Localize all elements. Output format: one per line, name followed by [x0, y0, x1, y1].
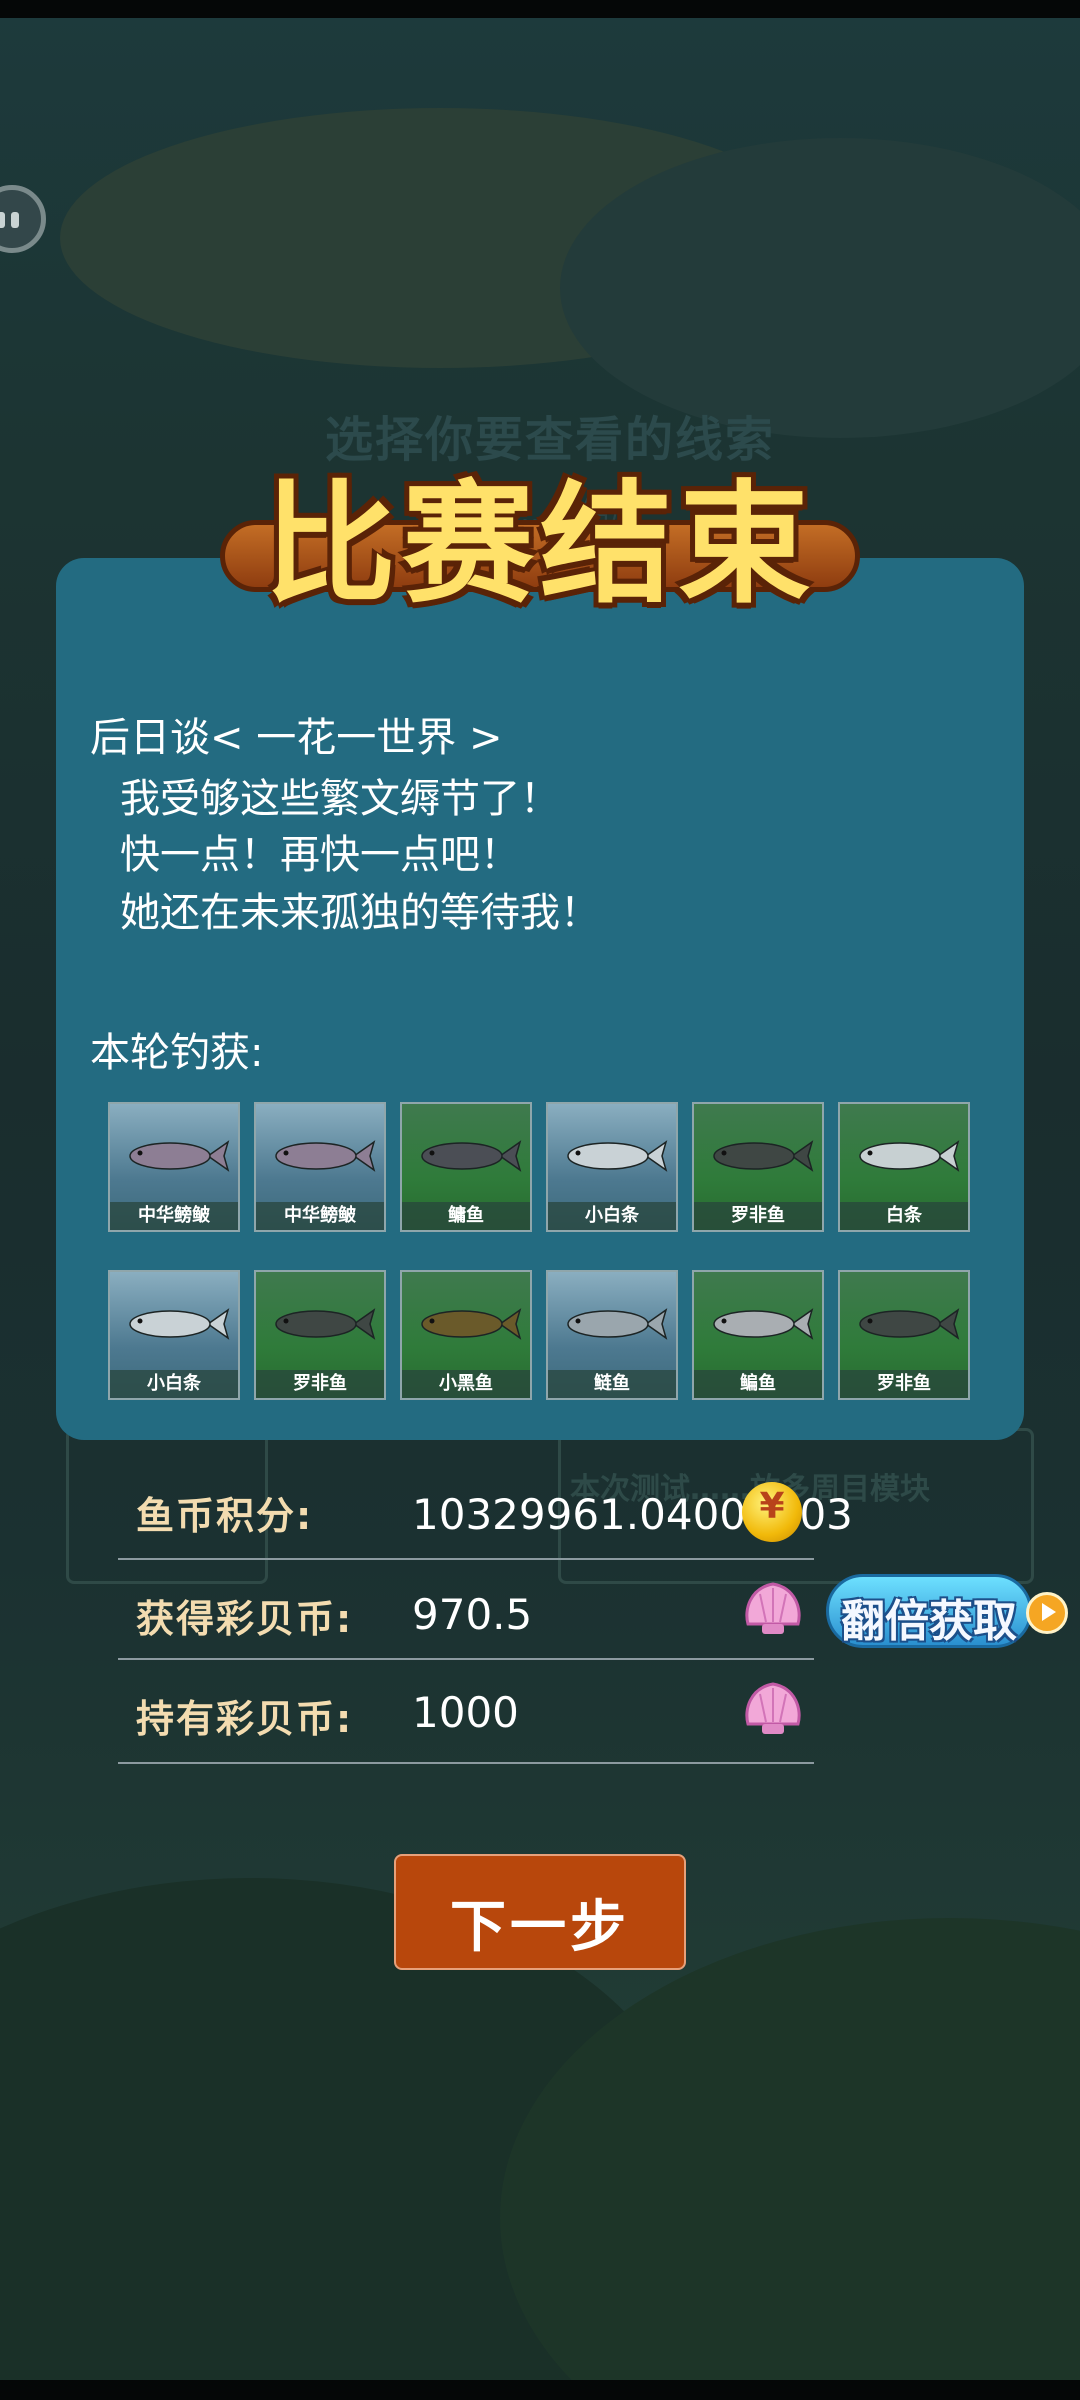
- play-video-icon[interactable]: [1026, 1592, 1068, 1634]
- fish-name: 中华鳑鲏: [110, 1202, 238, 1230]
- status-bar: [0, 0, 1080, 18]
- fish-card: 鲢鱼: [546, 1270, 678, 1400]
- fish-icon: [129, 1308, 230, 1340]
- fish-card: 罗非鱼: [838, 1270, 970, 1400]
- fish-name: 小黑鱼: [402, 1370, 530, 1398]
- fish-card: 罗非鱼: [254, 1270, 386, 1400]
- fish-card: 鳊鱼: [692, 1270, 824, 1400]
- fish-icon: [713, 1308, 814, 1340]
- held-shell-label: 持有彩贝币:: [136, 1697, 354, 1741]
- fish-card: 中华鳑鲏: [108, 1102, 240, 1232]
- fish-card: 小白条: [546, 1102, 678, 1232]
- next-step-button[interactable]: 下一步: [394, 1854, 686, 1970]
- fish-name: 小白条: [110, 1370, 238, 1398]
- divider: [118, 1762, 814, 1764]
- fish-icon: [275, 1308, 376, 1340]
- story-line: 她还在未来孤独的等待我！: [120, 890, 600, 936]
- double-reward-label: 翻倍获取: [841, 1596, 1017, 1647]
- fish-name: 中华鳑鲏: [256, 1202, 384, 1230]
- story-line: 快一点！再快一点吧！: [120, 832, 520, 878]
- fish-icon: [129, 1140, 230, 1172]
- earned-shell-label: 获得彩贝币:: [136, 1597, 354, 1641]
- fish-name: 鲢鱼: [548, 1370, 676, 1398]
- earned-shell-value: 970.5: [412, 1590, 533, 1639]
- shell-coin-icon: [745, 1682, 801, 1734]
- fish-card: 白条: [838, 1102, 970, 1232]
- divider: [118, 1658, 814, 1660]
- fish-name: 罗非鱼: [840, 1370, 968, 1398]
- fish-name: 鳙鱼: [402, 1202, 530, 1230]
- dialog-title: 比赛结束: [264, 468, 816, 622]
- story-heading: 后日谈< 一花一世界 >: [90, 715, 503, 761]
- fish-icon: [713, 1140, 814, 1172]
- divider: [118, 1558, 814, 1560]
- fish-name: 罗非鱼: [256, 1370, 384, 1398]
- fish-coin-icon: ¥: [742, 1482, 802, 1542]
- story-line: 我受够这些繁文缛节了！: [120, 776, 560, 822]
- fish-icon: [567, 1308, 668, 1340]
- double-reward-button[interactable]: 翻倍获取: [826, 1574, 1032, 1648]
- bg-lake: [560, 138, 1080, 438]
- fish-coin-label: 鱼币积分:: [136, 1494, 314, 1538]
- fish-icon: [859, 1308, 960, 1340]
- fish-name: 白条: [840, 1202, 968, 1230]
- fish-card: 鳙鱼: [400, 1102, 532, 1232]
- fish-icon: [275, 1140, 376, 1172]
- fish-icon: [567, 1140, 668, 1172]
- fish-card: 中华鳑鲏: [254, 1102, 386, 1232]
- pause-icon: [0, 212, 5, 228]
- fish-card: 罗非鱼: [692, 1102, 824, 1232]
- navigation-bar: [0, 2380, 1080, 2400]
- next-step-label: 下一步: [450, 1895, 630, 1960]
- fish-card: 小白条: [108, 1270, 240, 1400]
- fish-name: 鳊鱼: [694, 1370, 822, 1398]
- fish-icon: [421, 1308, 522, 1340]
- catch-label: 本轮钓获:: [90, 1030, 264, 1076]
- fish-name: 罗非鱼: [694, 1202, 822, 1230]
- fish-icon: [859, 1140, 960, 1172]
- shell-coin-icon: [745, 1582, 801, 1634]
- fish-icon: [421, 1140, 522, 1172]
- fish-name: 小白条: [548, 1202, 676, 1230]
- pause-icon-bar: [11, 212, 19, 228]
- fish-card: 小黑鱼: [400, 1270, 532, 1400]
- held-shell-value: 1000: [412, 1688, 519, 1737]
